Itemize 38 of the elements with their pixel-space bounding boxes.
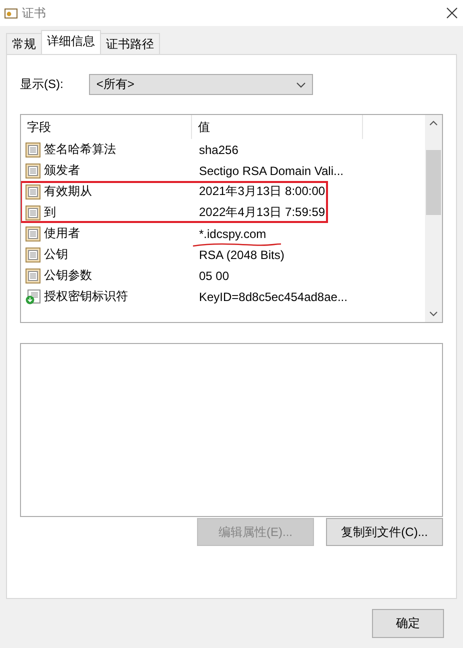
action-button[interactable]: 复制到文件(C)...: [326, 518, 443, 546]
field-value[interactable]: 2022年4月13日 7:59:59: [199, 205, 326, 219]
ok-button[interactable]: 确定: [372, 609, 444, 638]
column-header[interactable]: 值: [192, 115, 363, 139]
close-icon[interactable]: [445, 6, 459, 20]
field-value[interactable]: 2021年3月13日 8:00:00: [199, 184, 326, 198]
document-icon: [25, 226, 41, 242]
document-icon: [25, 184, 41, 200]
field-name[interactable]: 公钥参数: [44, 267, 92, 284]
show-dropdown[interactable]: <所有>: [89, 74, 314, 95]
field-name[interactable]: 签名哈希算法: [44, 141, 116, 158]
show-label: 显示(S):: [20, 76, 64, 93]
document-icon: [25, 268, 41, 284]
tab[interactable]: 详细信息: [41, 30, 101, 55]
field-name[interactable]: 有效期从: [44, 183, 92, 200]
field-name[interactable]: 授权密钥标识符: [44, 288, 128, 305]
field-value[interactable]: 05 00: [199, 268, 230, 282]
field-value[interactable]: RSA (2048 Bits): [199, 248, 284, 262]
window-title: 证书: [22, 4, 47, 22]
document-icon: [25, 246, 41, 262]
document-icon: [25, 142, 41, 158]
field-value[interactable]: sha256: [199, 142, 238, 156]
field-value[interactable]: KeyID=8d8c5ec454ad8ae...: [199, 290, 348, 304]
scrollbar[interactable]: [425, 115, 442, 322]
document-download-icon: [25, 288, 41, 304]
document-icon: [25, 162, 41, 178]
chevron-down-icon: [296, 82, 306, 88]
field-name[interactable]: 到: [44, 204, 56, 221]
column-header[interactable]: 字段: [21, 115, 192, 139]
field-name[interactable]: 公钥: [44, 246, 68, 263]
field-value[interactable]: *.idcspy.com: [199, 226, 266, 240]
document-icon: [25, 204, 41, 220]
certificate-icon: [4, 6, 18, 20]
field-name[interactable]: 使用者: [44, 225, 80, 242]
field-value[interactable]: Sectigo RSA Domain Vali...: [199, 164, 344, 178]
tab[interactable]: 证书路径: [100, 33, 160, 54]
tab[interactable]: 常规: [6, 33, 42, 54]
field-name[interactable]: 颁发者: [44, 162, 80, 179]
